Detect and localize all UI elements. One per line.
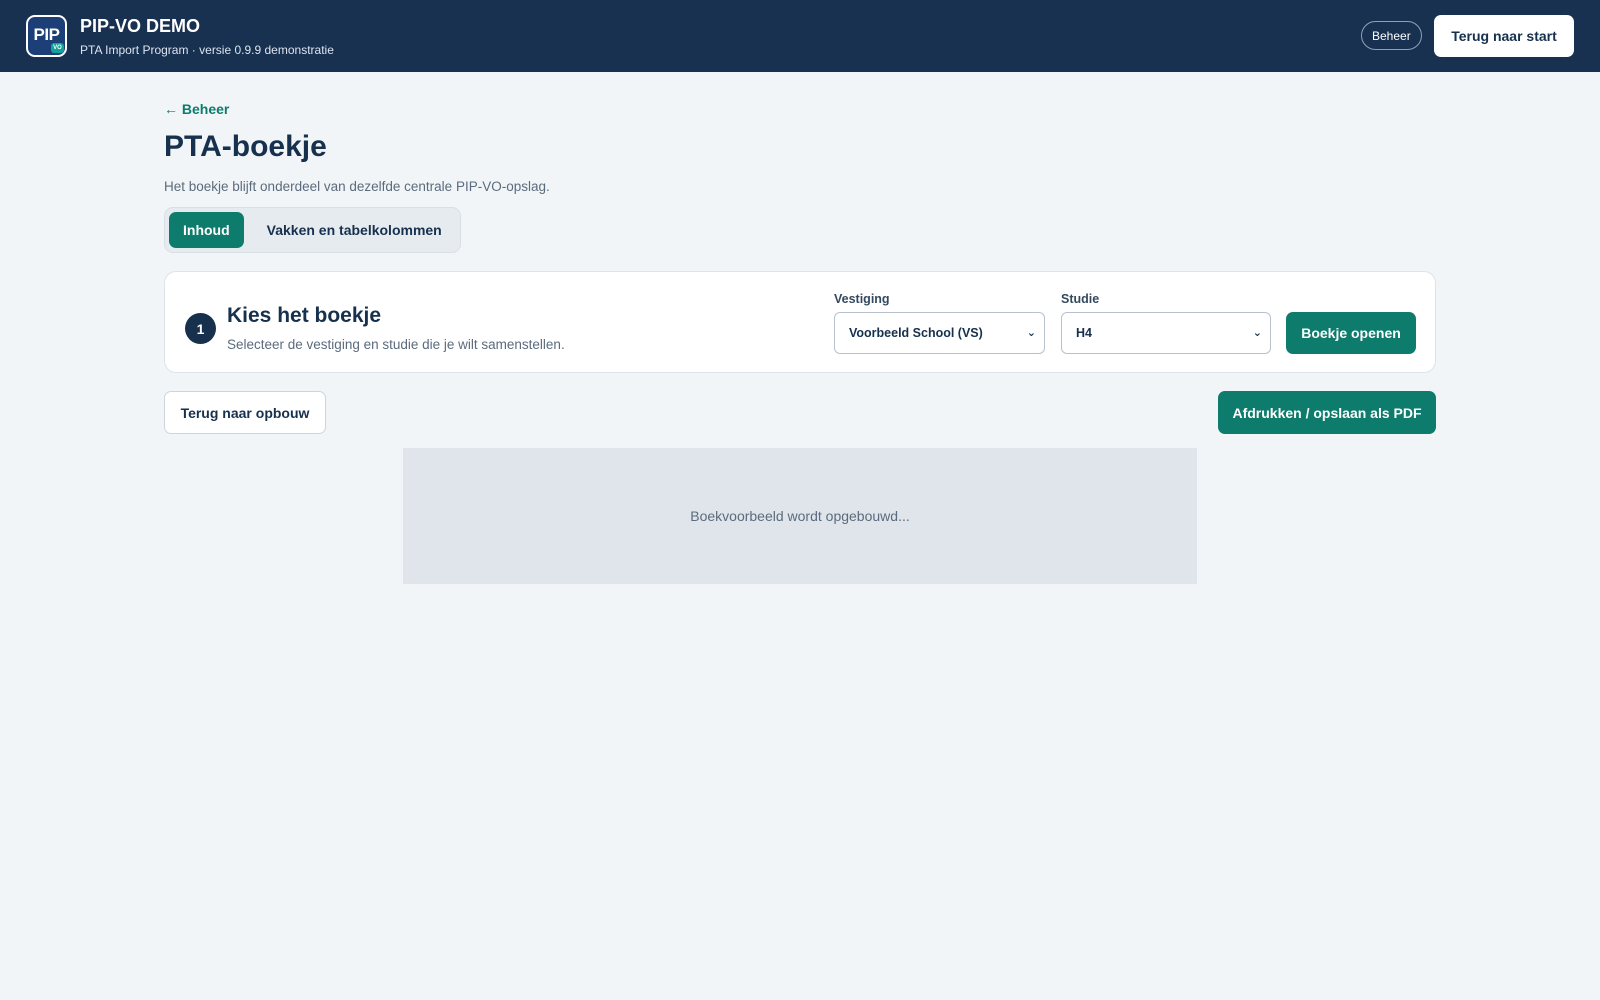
app-logo[interactable]: PIP VO — [26, 15, 67, 57]
chevron-down-icon: ⌄ — [1252, 327, 1262, 339]
print-pdf-button[interactable]: Afdrukken / opslaan als PDF — [1218, 391, 1436, 434]
top-navigation-bar: PIP VO PIP-VO DEMO PTA Import Program · … — [0, 0, 1600, 72]
choose-booklet-card: 1 Kies het boekje Selecteer de vestiging… — [164, 271, 1436, 373]
open-booklet-button[interactable]: Boekje openen — [1286, 312, 1416, 354]
vestiging-select[interactable]: Voorbeeld School (VS) ⌄ — [834, 312, 1045, 354]
tab-vakken-en-tabelkolommen[interactable]: Vakken en tabelkolommen — [253, 212, 456, 248]
chevron-down-icon: ⌄ — [1026, 327, 1036, 339]
vestiging-value: Voorbeeld School (VS) — [849, 326, 983, 340]
beheer-button[interactable]: Beheer — [1361, 21, 1422, 50]
app-subtitle: PTA Import Program · versie 0.9.9 demons… — [80, 43, 334, 57]
app-title: PIP-VO DEMO — [80, 16, 201, 36]
page-title: PTA-boekje — [164, 130, 327, 163]
booklet-preview-area: Boekvoorbeeld wordt opgebouwd... — [403, 448, 1197, 584]
back-to-structure-button[interactable]: Terug naar opbouw — [164, 391, 326, 434]
logo-badge: VO — [51, 43, 64, 53]
tab-inhoud[interactable]: Inhoud — [169, 212, 244, 248]
preview-status-text: Boekvoorbeeld wordt opgebouwd... — [690, 508, 910, 524]
studie-value: H4 — [1076, 326, 1092, 340]
card-title: Kies het boekje — [227, 304, 382, 327]
step-number-badge: 1 — [185, 313, 216, 344]
tab-bar: Inhoud Vakken en tabelkolommen — [164, 207, 461, 253]
vestiging-label: Vestiging — [834, 292, 890, 306]
logo-text: PIP — [33, 24, 60, 44]
back-to-start-button[interactable]: Terug naar start — [1434, 15, 1574, 57]
card-subtitle: Selecteer de vestiging en studie die je … — [227, 337, 565, 352]
page-subtitle: Het boekje blijft onderdeel van dezelfde… — [164, 179, 550, 194]
studie-select[interactable]: H4 ⌄ — [1061, 312, 1271, 354]
studie-label: Studie — [1061, 292, 1100, 306]
back-to-beheer-link[interactable]: ← Beheer — [164, 101, 229, 117]
